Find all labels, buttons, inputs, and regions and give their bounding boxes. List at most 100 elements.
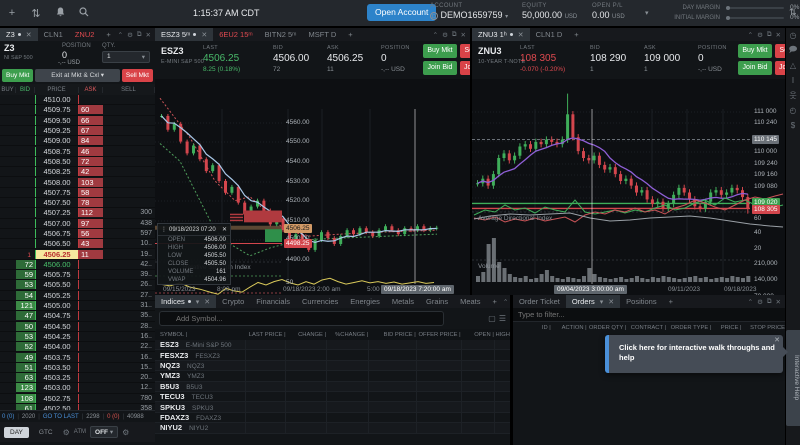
ladder-bid-cell[interactable]: 52 xyxy=(16,342,35,352)
chart1-tab-6eu2-15-[interactable]: 6EU2 15ᵐ xyxy=(213,28,258,41)
watchlist-tab-financials[interactable]: Financials xyxy=(250,295,296,308)
ladder-price-cell[interactable]: 4506.75 xyxy=(35,229,79,238)
ladder-price-cell[interactable]: 4505.25 xyxy=(35,290,79,300)
close-icon[interactable]: ✕ xyxy=(461,31,466,39)
ladder-ask-cell[interactable]: 11 xyxy=(79,249,103,259)
gear-icon[interactable]: ⚙ xyxy=(63,428,70,437)
buy-mkt-button[interactable]: Buy Mkt xyxy=(738,44,772,58)
ladder-price-cell[interactable]: 4505.50 xyxy=(35,280,79,290)
chart1-tab-bitn2-5-[interactable]: BITN2 5ᵐ xyxy=(259,28,303,41)
ladder-bid-cell[interactable]: 53 xyxy=(16,331,35,341)
watchlist-col-bidprice[interactable]: BID PRICE | xyxy=(368,332,416,338)
account-stats-chevron-icon[interactable]: ▾ xyxy=(645,9,649,17)
ladder-ask-cell[interactable]: 97 xyxy=(79,218,103,228)
ladder-bid-cell[interactable]: 123 xyxy=(16,383,35,393)
ladder-price-cell[interactable]: 4508.75 xyxy=(35,146,79,156)
collapse-topbar-icon[interactable]: ⇅ xyxy=(789,7,797,18)
close-icon[interactable]: ✕ xyxy=(26,31,32,39)
close-icon[interactable]: ✕ xyxy=(776,298,781,306)
ladder-price-cell[interactable]: 4506.25 xyxy=(35,249,79,259)
chart2-tab-cln1-d[interactable]: CLN1 D xyxy=(530,28,569,41)
buy-mkt-button[interactable]: Buy Mkt xyxy=(2,69,34,82)
chevron-down-icon[interactable]: ▾ xyxy=(196,298,200,306)
ladder-price-cell[interactable]: 4503.25 xyxy=(35,373,79,383)
ladder-price-cell[interactable]: 4507.75 xyxy=(35,187,79,197)
watchlist-row-fdaxz3[interactable]: FDAXZ3 FDAXZ3 xyxy=(155,412,510,424)
chart2-tab-znu3-1-[interactable]: ZNU3 1ʰ ✕ xyxy=(472,28,530,41)
watchlist-col-high[interactable]: HIGH xyxy=(494,332,511,338)
ladder-price-cell[interactable]: 4502.75 xyxy=(35,393,79,403)
close-icon[interactable]: ✕ xyxy=(222,226,227,233)
collapse-icon[interactable]: ⌃ xyxy=(433,31,438,39)
atm-select[interactable]: OFF ▾ xyxy=(90,426,119,438)
dollar-tool-icon[interactable]: $ xyxy=(786,118,800,133)
text-tool-icon[interactable]: I xyxy=(786,73,800,88)
ladder-price-cell[interactable]: 4507.00 xyxy=(35,218,79,228)
add-symbol-input[interactable] xyxy=(159,311,444,326)
ladder-price-cell[interactable]: 4504.75 xyxy=(35,311,79,321)
collapse-icon[interactable]: ⌃ xyxy=(748,31,753,39)
watchlist-row-nqz3[interactable]: NQZ3 NQZ3 xyxy=(155,360,510,372)
watchlist-col-symbol[interactable]: SYMBOL | xyxy=(155,332,245,338)
ladder-bid-cell[interactable]: 53 xyxy=(16,280,35,290)
ladder-price-cell[interactable]: 4509.25 xyxy=(35,126,79,136)
close-icon[interactable]: ✕ xyxy=(204,298,210,306)
orders-tab--[interactable]: + xyxy=(663,295,679,308)
watchlist-tab-currencies[interactable]: Currencies xyxy=(296,295,344,308)
ladder-price-cell[interactable]: 4504.00 xyxy=(35,342,79,352)
ladder-bid-cell[interactable]: 49 xyxy=(16,352,35,362)
orders-col-contract[interactable]: CONTRACT | xyxy=(626,325,666,331)
orders-col-action[interactable]: ACTION | xyxy=(551,325,587,331)
ladder-ask-cell[interactable]: 56 xyxy=(79,229,103,238)
ladder-price-cell[interactable]: 4504.50 xyxy=(35,321,79,331)
chart2-tab--[interactable]: + xyxy=(568,28,584,41)
watchlist-tab-meats[interactable]: Meats xyxy=(454,295,486,308)
orders-tab-orders[interactable]: Orders ▾ ✕ xyxy=(565,295,621,308)
ladder-ask-cell[interactable]: 46 xyxy=(79,146,103,156)
watchlist-row-esz3[interactable]: ESZ3 E-Mini S&P 500 xyxy=(155,340,510,351)
ladder-ask-cell[interactable]: 66 xyxy=(79,115,103,125)
ladder-price-cell[interactable]: 4507.50 xyxy=(35,198,79,208)
chart1-tab-msft-d[interactable]: MSFT D xyxy=(302,28,342,41)
gear-icon[interactable]: ⚙ xyxy=(757,31,763,39)
ladder-ask-cell[interactable]: 43 xyxy=(79,239,103,249)
gear-icon[interactable]: ⚙ xyxy=(442,31,448,39)
close-icon[interactable]: ✕ xyxy=(518,31,524,39)
watchlist-tab--[interactable]: + xyxy=(487,295,503,308)
go-to-last-button[interactable]: GO TO LAST xyxy=(43,414,79,420)
ladder-price-cell[interactable]: 4503.00 xyxy=(35,383,79,393)
clock-tool-icon[interactable]: ◷ xyxy=(786,28,800,43)
chevron-down-icon[interactable]: ▾ xyxy=(600,298,604,306)
gear-icon[interactable]: ⚙ xyxy=(127,31,133,39)
ladder-price-cell[interactable]: 4504.25 xyxy=(35,331,79,341)
ladder-price-cell[interactable]: 4508.50 xyxy=(35,156,79,166)
watchlist-row-spku3[interactable]: SPKU3 SPKU3 xyxy=(155,402,510,413)
orders-filter-input[interactable] xyxy=(513,308,785,322)
watchlist-row-b5u3[interactable]: B5U3 B5U3 xyxy=(155,381,510,392)
ladder-price-cell[interactable]: 4505.75 xyxy=(35,270,79,280)
open-account-button[interactable]: Open Account xyxy=(367,4,437,21)
ladder-bid-cell[interactable]: 108 xyxy=(16,393,35,403)
ladder-bid-cell[interactable]: 63 xyxy=(16,373,35,383)
ladder-ask-cell[interactable]: 112 xyxy=(79,208,103,218)
close-icon[interactable]: ✕ xyxy=(146,31,151,39)
ladder-price-cell[interactable]: 4508.25 xyxy=(35,167,79,177)
watchlist-tab-energies[interactable]: Energies xyxy=(344,295,386,308)
ladder-bid-cell[interactable]: 51 xyxy=(16,362,35,372)
watchlist-row-fesxz3[interactable]: FESXZ3 FESXZ3 xyxy=(155,350,510,361)
popout-icon[interactable]: ⧉ xyxy=(452,31,457,39)
ladder-price-cell[interactable]: 4503.75 xyxy=(35,352,79,362)
help-tooltip[interactable]: ✕ Click here for interactive walk throug… xyxy=(605,335,788,373)
popout-icon[interactable]: ⧉ xyxy=(767,298,772,306)
transfer-arrows-icon[interactable]: ⇅ xyxy=(24,7,48,20)
ladder-ask-cell[interactable]: 58 xyxy=(79,187,103,197)
ladder-price-cell[interactable]: 4506.00 xyxy=(35,259,79,269)
ladder-bid-cell[interactable]: 121 xyxy=(16,301,35,311)
exit-at-mkt-button[interactable]: Exit at Mkt & Cxl ▾ xyxy=(35,69,120,82)
esz3-chart[interactable]: 4560.00 4550.00 4540.00 4530.00 4520.00 4510.… xyxy=(155,79,470,295)
ohlc-tooltip[interactable]: ⋮ 09/18/2023 07:20 ✕ OPEN 4506.00 HIGH 4506.00… xyxy=(157,223,231,285)
watchlist-col-lastprice[interactable]: LAST PRICE | xyxy=(245,332,286,338)
orders-tab-positions[interactable]: Positions xyxy=(620,295,662,308)
popout-icon[interactable]: ⧉ xyxy=(767,31,772,39)
close-icon[interactable]: ✕ xyxy=(776,31,781,39)
